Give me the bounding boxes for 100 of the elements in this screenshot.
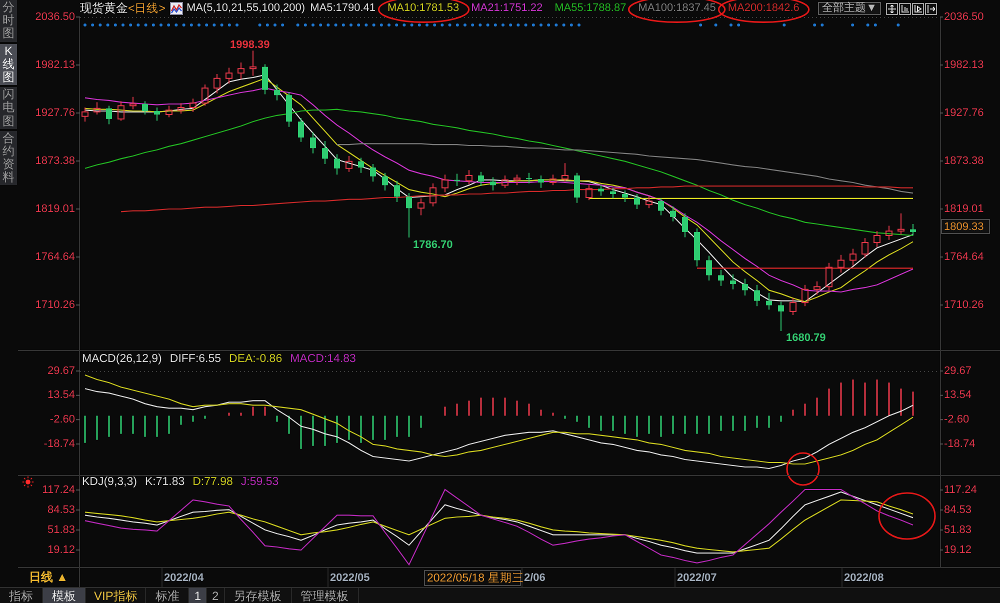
indicator-value: DEA:-0.86 [229, 353, 282, 365]
axis-label: 13.54 [47, 389, 75, 402]
ma-value: MA10:1781.53 [388, 3, 460, 14]
sidebar-tab[interactable]: K线图 [0, 44, 17, 86]
candlestick [514, 174, 520, 186]
axis-label: 1764.64 [35, 250, 75, 263]
indicator-value: DIFF:6.55 [170, 353, 222, 365]
candlestick [478, 171, 484, 187]
candlestick [670, 206, 676, 222]
date-label: 2022/08 [844, 572, 884, 584]
bottom-tab[interactable]: 2 [207, 588, 225, 603]
bottom-tab[interactable]: VIP指标 [86, 588, 146, 603]
axis-bar-icon [901, 4, 909, 12]
candlestick [694, 228, 700, 267]
candlestick [334, 154, 340, 176]
indicator-title: KDJ(9,3,3) [82, 476, 137, 488]
axis-label: 84.53 [47, 504, 75, 516]
candlestick [166, 105, 172, 118]
candlestick [778, 301, 784, 332]
bottom-tab[interactable]: 1 [189, 588, 208, 603]
toolbar-button[interactable] [886, 2, 898, 14]
candlestick [118, 100, 124, 122]
candlestick [298, 118, 304, 142]
candlestick [442, 174, 448, 193]
axis-label: 84.53 [944, 504, 972, 516]
indicator-value: J:59.53 [240, 476, 279, 488]
starburst-icon [22, 476, 34, 488]
axis-label: 1982.13 [35, 58, 75, 71]
sidebar-tab[interactable]: 闪电图 [0, 87, 17, 129]
ma-value: MA55:1788.87 [554, 3, 626, 14]
theme-dropdown[interactable]: 全部主题▼ [818, 2, 881, 15]
candlestick [814, 280, 820, 296]
axis-label: 2036.50 [944, 10, 984, 23]
candlestick [766, 292, 772, 310]
sidebar-tab[interactable]: 合约资料 [0, 130, 17, 186]
cursor-date-label: 2022/05/18 星期三 [424, 570, 524, 586]
candlestick [154, 107, 160, 122]
date-label: 2/06 [524, 572, 546, 584]
bottom-tab[interactable]: 管理模板 [292, 588, 359, 603]
candlestick [862, 238, 868, 258]
instrument-title: 现货黄金 [80, 0, 128, 17]
axis-label: 1927.76 [35, 106, 75, 119]
candlestick [238, 62, 244, 80]
toolbar-button[interactable] [912, 2, 924, 14]
axis-label: 1710.26 [944, 298, 984, 311]
axis-label: -18.74 [944, 438, 976, 450]
chart-icon [170, 2, 184, 15]
candlestick [718, 269, 724, 286]
candlestick [358, 157, 364, 174]
candlestick [850, 248, 856, 266]
current-price-label: 1809.33 [941, 219, 990, 234]
candlestick [394, 180, 400, 202]
candlestick [562, 162, 568, 182]
candlestick [826, 262, 832, 291]
candlestick [322, 140, 328, 164]
price-label: 1680.79 [786, 332, 826, 344]
candlestick [742, 278, 748, 296]
ma-value: MA21:1751.22 [471, 3, 543, 14]
axis-label: 117.24 [944, 484, 977, 496]
sidebar-tab[interactable]: 分时图 [0, 0, 17, 42]
candlestick [82, 107, 88, 122]
axis-label: 1819.01 [35, 202, 75, 215]
axis-label: 29.67 [47, 364, 75, 377]
candlestick [886, 225, 892, 240]
candlestick [262, 64, 268, 95]
indicator-title: MACD(26,12,9) [82, 353, 162, 365]
highlight-ellipse [878, 492, 936, 540]
ma-value: MA200:1842.6 [728, 3, 800, 14]
bottom-tab[interactable]: 另存模板 [224, 588, 292, 603]
candlestick [214, 73, 220, 94]
ma-value: MA100:1837.45 [638, 3, 716, 14]
candlestick [610, 187, 616, 199]
price-label: 1786.70 [413, 238, 453, 251]
axis-label: 51.83 [47, 524, 75, 536]
candlestick [730, 274, 736, 290]
candlestick [634, 194, 640, 210]
highlight-ellipse [786, 452, 820, 486]
toolbar-button[interactable] [899, 2, 911, 14]
candlestick [286, 92, 292, 128]
candlestick [310, 132, 316, 154]
candlestick [574, 172, 580, 204]
bottom-tab[interactable]: 模板 [43, 588, 86, 603]
candlestick [646, 196, 652, 209]
candlestick [838, 254, 844, 274]
candlestick [598, 184, 604, 196]
axis-label: 19.12 [47, 544, 75, 556]
axis-label: 1819.01 [944, 202, 984, 215]
exit-arrow-icon [927, 4, 935, 12]
candlestick [490, 176, 496, 191]
toolbar-button[interactable] [925, 2, 937, 14]
axis-label: 1982.13 [944, 58, 984, 71]
indicator-label: MA(5,10,21,55,100,200) [186, 3, 306, 14]
candlestick [142, 100, 148, 116]
candlestick [454, 173, 460, 187]
axis-label: 1764.64 [944, 250, 984, 263]
candlestick [382, 172, 388, 191]
indicator-value: K:71.83 [144, 476, 185, 488]
axis-label: 13.54 [944, 389, 972, 402]
axis-label: 51.83 [944, 524, 972, 536]
price-label: 1998.39 [230, 38, 270, 51]
